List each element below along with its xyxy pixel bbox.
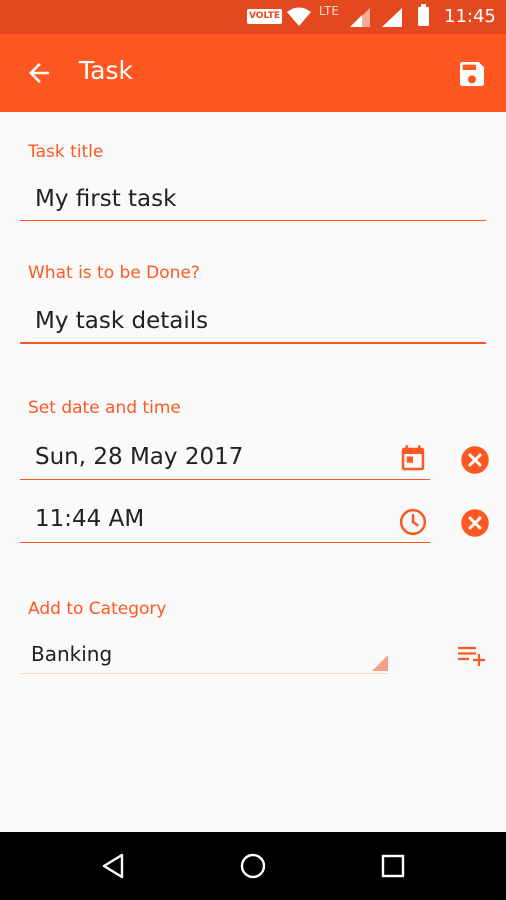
signal-icon	[382, 8, 402, 27]
datetime-label: Set date and time	[28, 398, 181, 418]
details-value: My task details	[35, 308, 209, 334]
task-title-input[interactable]: My first task	[20, 180, 486, 221]
dropdown-arrow-icon	[372, 655, 388, 671]
wifi-icon	[287, 7, 311, 26]
network-type: LTE	[319, 4, 339, 18]
status-bar: VOLTE LTE 11:45	[0, 0, 506, 34]
app-bar: Task	[0, 34, 506, 112]
details-label: What is to be Done?	[28, 263, 200, 283]
clock-icon[interactable]	[398, 507, 428, 537]
system-nav-bar	[0, 832, 506, 900]
clear-time-icon[interactable]	[460, 508, 490, 538]
task-title-label: Task title	[28, 142, 104, 162]
clear-date-icon[interactable]	[460, 445, 490, 475]
date-field[interactable]: Sun, 28 May 2017	[20, 438, 430, 480]
battery-icon	[418, 4, 429, 26]
signal-icon	[350, 8, 370, 27]
save-icon[interactable]	[456, 58, 488, 90]
playlist-add-icon[interactable]	[456, 641, 486, 671]
back-nav-icon[interactable]	[98, 851, 128, 881]
time-field[interactable]: 11:44 AM	[20, 500, 430, 543]
status-time: 11:45	[444, 6, 496, 27]
date-value: Sun, 28 May 2017	[35, 444, 244, 470]
category-label: Add to Category	[28, 599, 167, 619]
calendar-icon[interactable]	[398, 444, 428, 474]
arrow-left-icon[interactable]	[24, 58, 54, 88]
home-nav-icon[interactable]	[238, 851, 268, 881]
time-value: 11:44 AM	[35, 506, 145, 532]
page-title: Task	[79, 56, 133, 85]
task-title-value: My first task	[35, 186, 177, 212]
recents-nav-icon[interactable]	[378, 851, 408, 881]
volte-badge: VOLTE	[247, 9, 282, 24]
category-dropdown[interactable]: Banking	[20, 638, 388, 674]
category-selected: Banking	[31, 642, 113, 666]
details-input[interactable]: My task details	[20, 300, 486, 344]
